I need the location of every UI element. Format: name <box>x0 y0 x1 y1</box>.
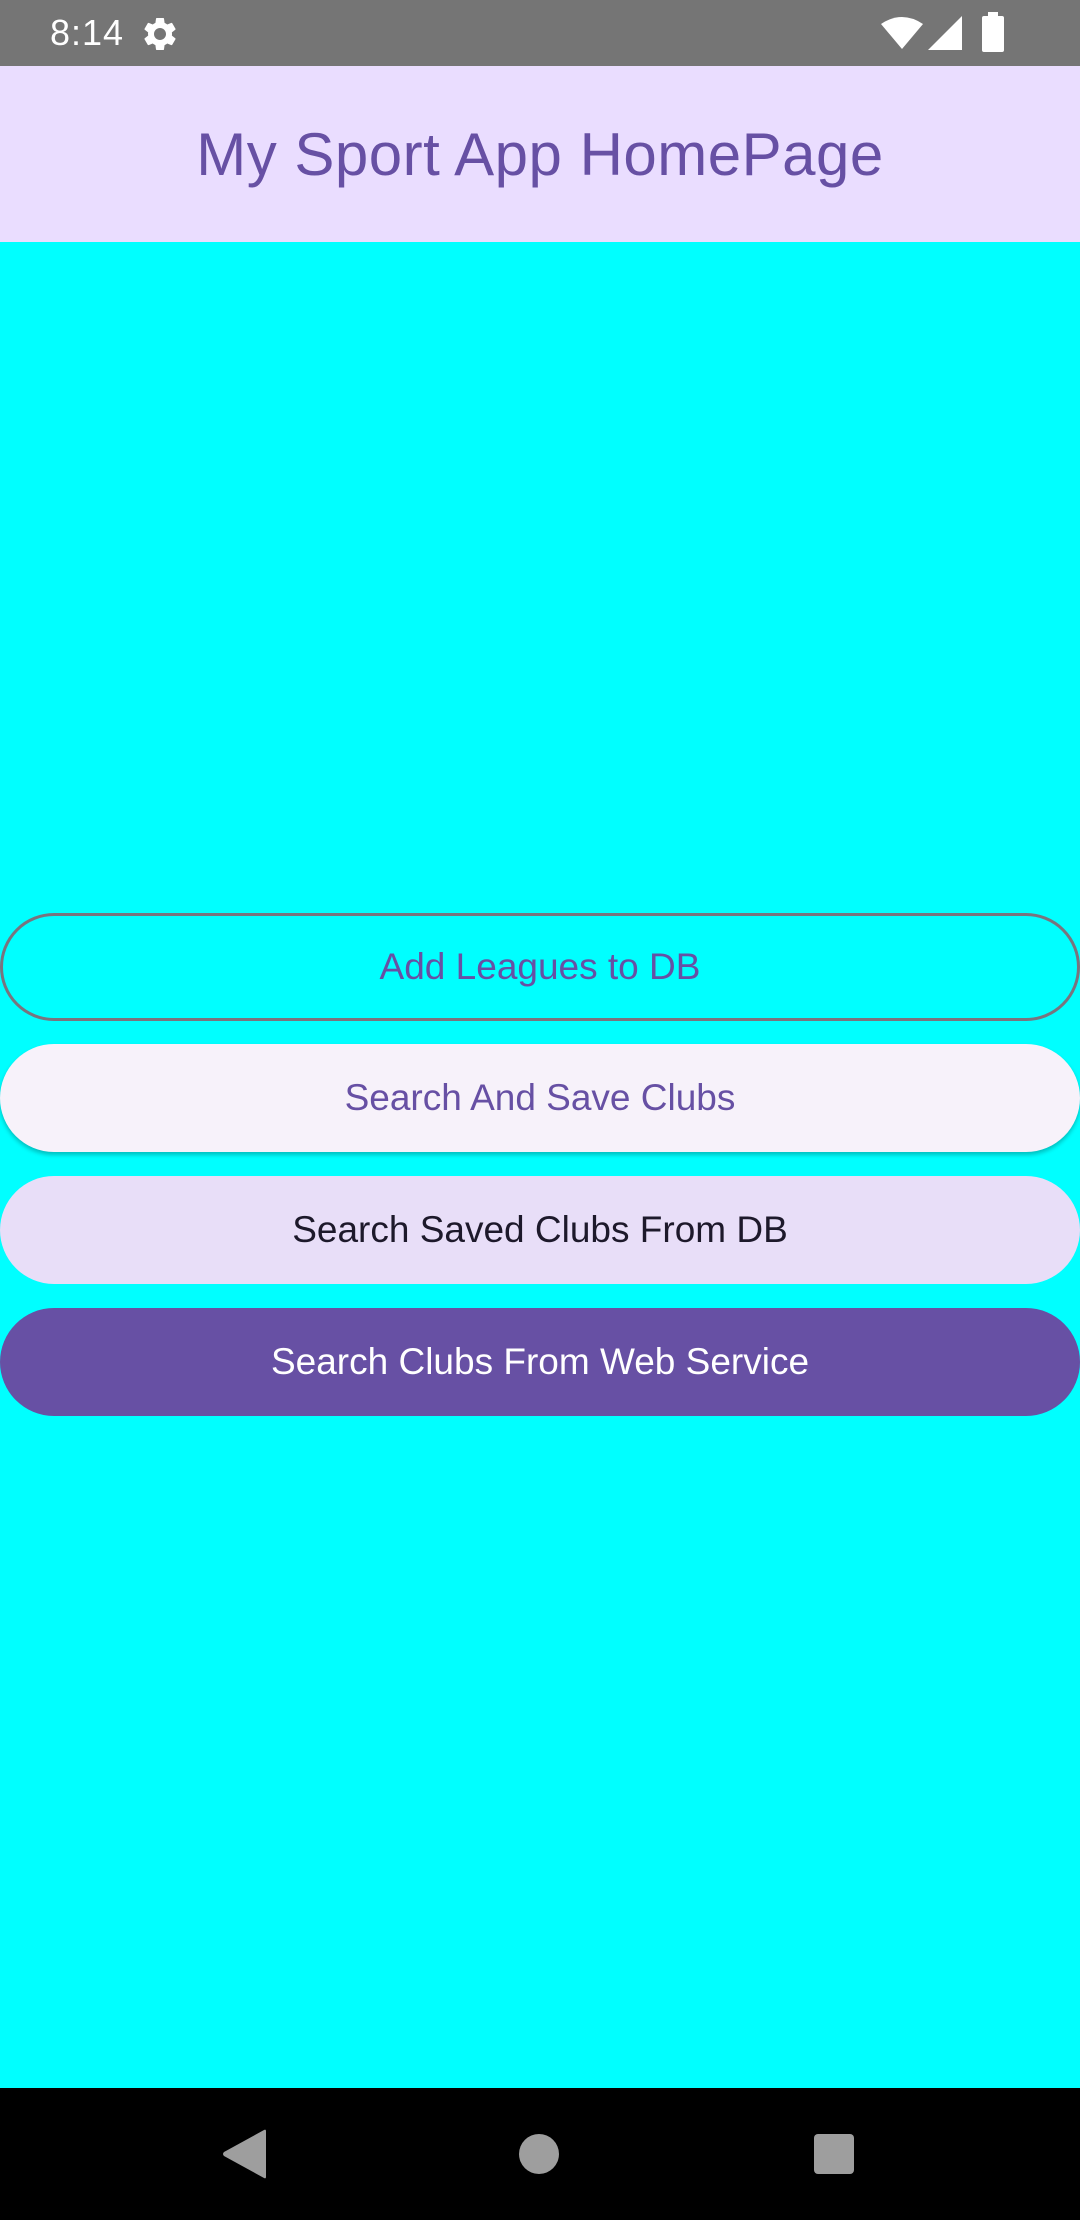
status-time: 8:14 <box>50 12 125 53</box>
recents-icon[interactable] <box>814 2134 854 2174</box>
search-saved-clubs-button-label: Search Saved Clubs From DB <box>292 1209 788 1250</box>
page-title: My Sport App HomePage <box>196 120 884 188</box>
search-clubs-web-service-button-label: Search Clubs From Web Service <box>270 1341 810 1382</box>
battery-icon <box>982 12 1004 52</box>
app-bar: My Sport App HomePage <box>0 66 1080 242</box>
navigation-bar <box>0 2088 1080 2220</box>
cell-signal-icon <box>928 16 962 50</box>
search-and-save-clubs-button-label: Search And Save Clubs <box>344 1077 736 1118</box>
status-bar: 8:14 <box>0 0 1080 66</box>
back-icon[interactable] <box>222 2129 266 2179</box>
settings-gear-icon <box>144 17 176 50</box>
search-saved-clubs-button[interactable]: Search Saved Clubs From DB <box>0 1176 1080 1284</box>
home-icon[interactable] <box>519 2134 559 2174</box>
wifi-icon <box>881 17 923 49</box>
search-clubs-web-service-button[interactable]: Search Clubs From Web Service <box>0 1308 1080 1416</box>
search-and-save-clubs-button[interactable]: Search And Save Clubs <box>0 1044 1080 1152</box>
add-leagues-button-label: Add Leagues to DB <box>379 946 701 987</box>
add-leagues-button[interactable]: Add Leagues to DB <box>0 913 1080 1021</box>
